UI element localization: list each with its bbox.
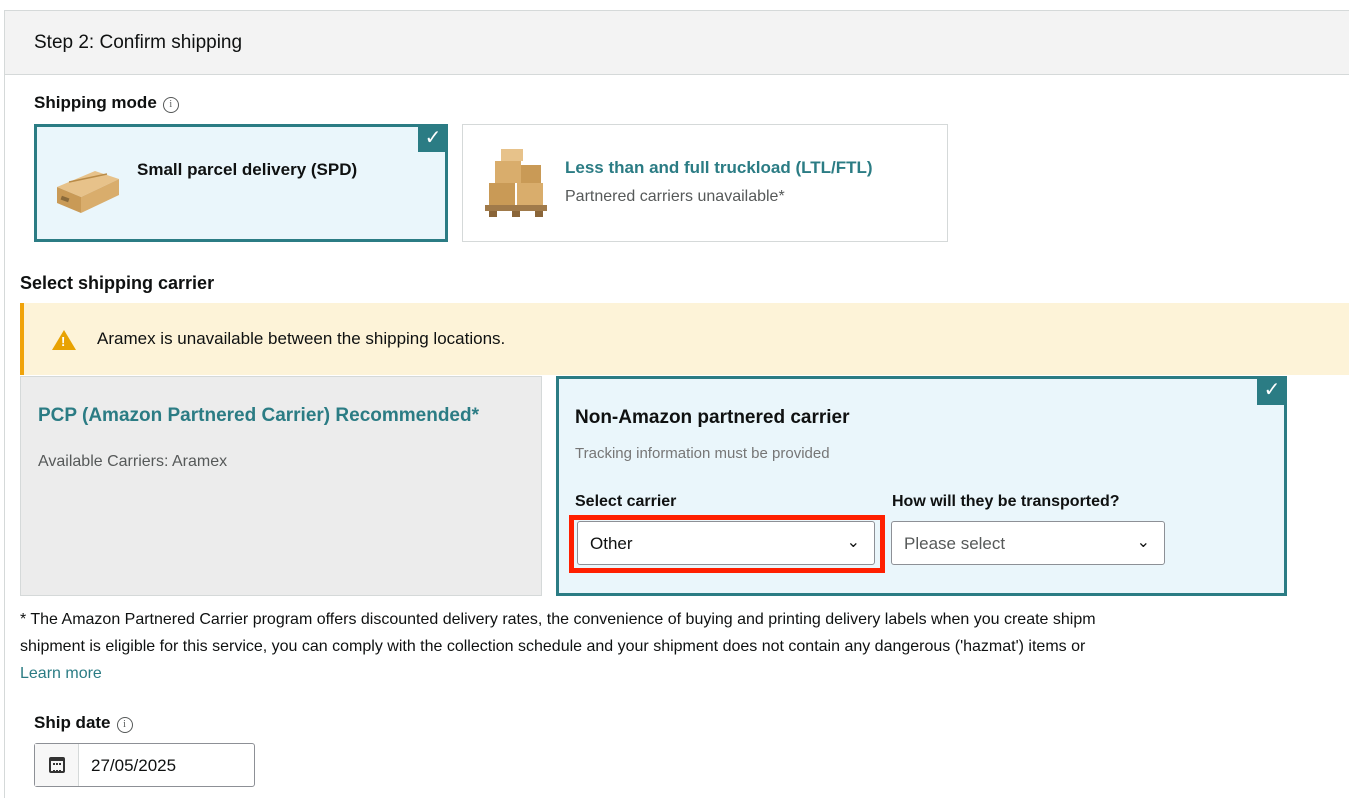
step-title: Step 2: Confirm shipping [34, 32, 243, 53]
ship-date-input[interactable]: 27/05/2025 [34, 743, 255, 787]
parcel-box-icon [57, 171, 119, 213]
shipping-mode-spd-option[interactable]: Small parcel delivery (SPD) ✓ [34, 124, 448, 242]
transport-select-value: Please select [904, 534, 1006, 553]
carrier-select-value: Other [590, 534, 633, 553]
warning-icon [52, 330, 76, 350]
ship-date-label-text: Ship date [34, 713, 111, 732]
carrier-select[interactable]: Other ⌄ [577, 521, 875, 565]
select-carrier-label: Select carrier [575, 493, 677, 510]
info-icon[interactable]: i [162, 97, 179, 113]
shipping-mode-ltl-option[interactable]: Less than and full truckload (LTL/FTL) P… [462, 124, 948, 242]
shipping-mode-label: Shipping mode i [34, 93, 179, 113]
pallet-boxes-icon [485, 149, 547, 217]
calendar-button[interactable] [35, 744, 79, 786]
pcp-footnote: * The Amazon Partnered Carrier program o… [20, 606, 1349, 687]
chevron-down-icon: ⌄ [846, 534, 860, 551]
shipping-mode-label-text: Shipping mode [34, 93, 157, 112]
select-carrier-heading: Select shipping carrier [20, 273, 215, 293]
pcp-title: PCP (Amazon Partnered Carrier) Recommend… [38, 405, 479, 426]
ship-date-value: 27/05/2025 [91, 756, 177, 775]
transport-label: How will they be transported? [892, 493, 1120, 510]
spd-title: Small parcel delivery (SPD) [137, 160, 358, 179]
transport-select[interactable]: Please select ⌄ [891, 521, 1165, 565]
pcp-carrier-option[interactable]: PCP (Amazon Partnered Carrier) Recommend… [20, 376, 542, 596]
info-icon[interactable]: i [116, 717, 133, 733]
warning-text: Aramex is unavailable between the shippi… [97, 329, 506, 348]
calendar-icon [49, 757, 65, 773]
ltl-title: Less than and full truckload (LTL/FTL) [565, 158, 873, 177]
non-amazon-title: Non-Amazon partnered carrier [575, 407, 850, 428]
pcp-available-carriers: Available Carriers: Aramex [38, 453, 228, 470]
checkmark-icon: ✓ [418, 124, 448, 152]
ltl-subtitle: Partnered carriers unavailable* [565, 188, 785, 205]
non-amazon-carrier-option[interactable]: Non-Amazon partnered carrier Tracking in… [556, 376, 1287, 596]
ship-date-label: Ship date i [34, 713, 133, 733]
footnote-line-2: shipment is eligible for this service, y… [20, 638, 1086, 655]
warning-banner: Aramex is unavailable between the shippi… [20, 303, 1349, 375]
non-amazon-subtitle: Tracking information must be provided [575, 445, 830, 462]
footnote-line-1: * The Amazon Partnered Carrier program o… [20, 611, 1096, 628]
learn-more-link[interactable]: Learn more [20, 660, 1349, 687]
checkmark-icon: ✓ [1257, 376, 1287, 405]
chevron-down-icon: ⌄ [1136, 534, 1150, 551]
